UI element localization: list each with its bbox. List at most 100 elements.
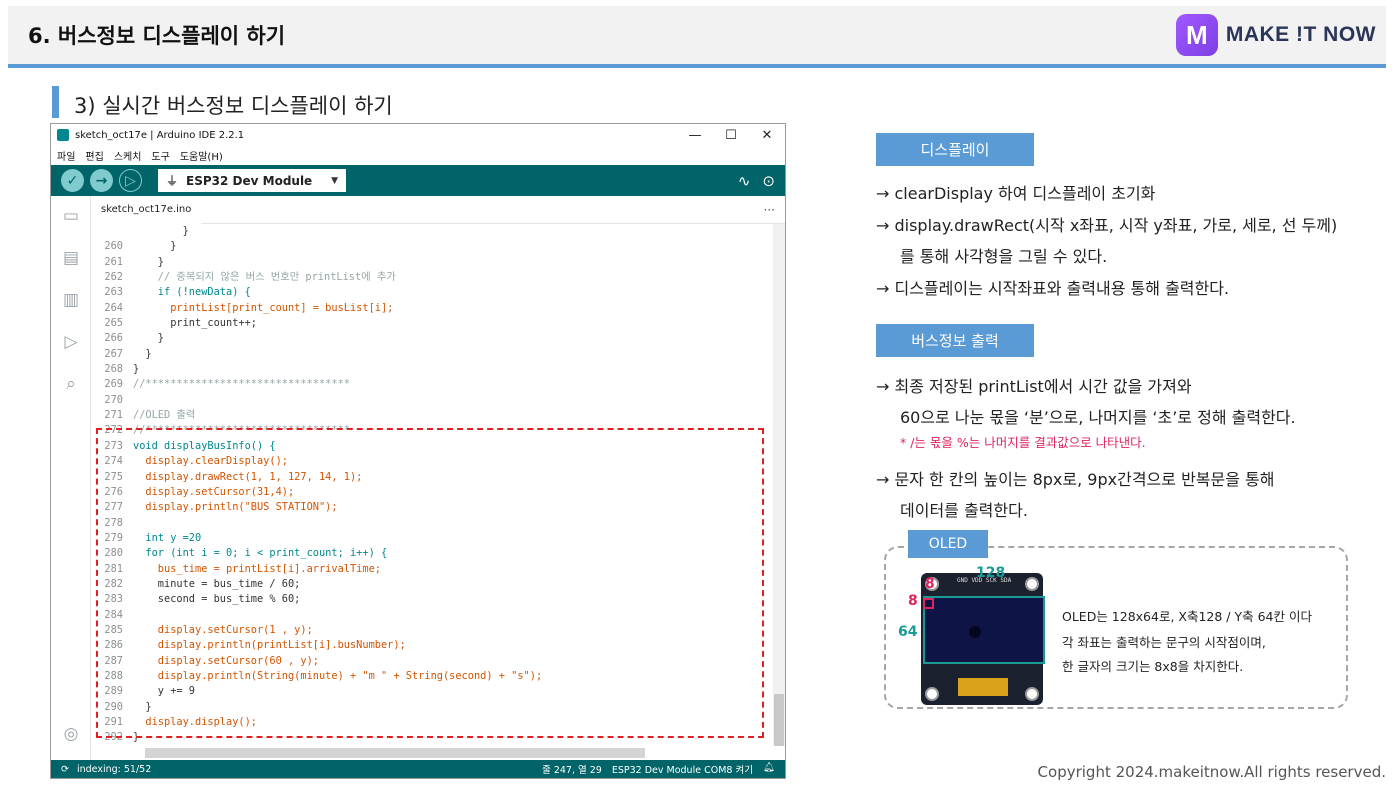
window-title: sketch_oct17e | Arduino IDE 2.2.1: [75, 129, 245, 141]
code-line[interactable]: 261 }: [91, 255, 773, 270]
line-code: // 중복되지 않은 버스 번호만 printList에 추가: [133, 271, 396, 284]
board-port-status: ESP32 Dev Module COM8 켜기: [611, 765, 753, 776]
display-bullet-2: → display.drawRect(시작 x좌표, 시작 y좌표, 가로, 세…: [876, 216, 1338, 235]
code-line[interactable]: 286 display.println(printList[i].busNumb…: [91, 638, 773, 653]
display-bullet-1: → clearDisplay 하여 디스플레이 초기화: [876, 184, 1156, 203]
code-line[interactable]: 292}: [91, 730, 773, 745]
line-number: 274: [104, 455, 123, 468]
arrow-right-icon: →: [95, 172, 108, 189]
vertical-scrollbar[interactable]: [773, 224, 785, 746]
code-line[interactable]: 260 }: [91, 239, 773, 254]
code-line[interactable]: 288 display.println(String(minute) + "m …: [91, 669, 773, 684]
code-line[interactable]: 265 print_count++;: [91, 316, 773, 331]
mount-hole: [1025, 687, 1039, 701]
serial-plotter-icon[interactable]: ∿: [738, 172, 751, 190]
bus-info-pill: 버스정보 출력: [876, 324, 1034, 357]
oled-pill: OLED: [908, 530, 988, 558]
line-code: }: [133, 363, 140, 376]
code-editor[interactable]: sketch_oct17e.ino ··· } 260 } 261 } 262 // …: [91, 195, 785, 760]
code-line[interactable]: 264 printList[print_count] = busList[i];: [91, 301, 773, 316]
code-line[interactable]: 279 int y =20: [91, 531, 773, 546]
tab-sketch-file[interactable]: sketch_oct17e.ino: [91, 195, 202, 224]
bell-icon[interactable]: 🔔︎: [763, 762, 775, 776]
debug-button[interactable]: ▷: [119, 169, 142, 192]
line-number: 268: [104, 363, 123, 376]
char-height-label: 8: [908, 593, 918, 609]
upload-button[interactable]: →: [90, 169, 113, 192]
search-icon[interactable]: ⌕: [61, 374, 81, 394]
code-line[interactable]: 287 display.setCursor(60 , y);: [91, 654, 773, 669]
menu-sketch[interactable]: 스케치: [114, 148, 142, 163]
scroll-thumb[interactable]: [774, 694, 784, 746]
arduino-ide-window: sketch_oct17e | Arduino IDE 2.2.1 — ☐ ✕ …: [50, 123, 786, 779]
menu-tools[interactable]: 도구: [151, 148, 169, 163]
line-number: 272: [104, 424, 123, 437]
code-line[interactable]: 289 y += 9: [91, 684, 773, 699]
line-code: display.drawRect(1, 1, 127, 14, 1);: [133, 470, 363, 483]
line-number: 288: [104, 669, 123, 682]
code-line[interactable]: 266 }: [91, 331, 773, 346]
line-number: 280: [104, 547, 123, 560]
close-button[interactable]: ✕: [749, 128, 785, 143]
library-icon[interactable]: ▥: [61, 290, 81, 310]
logo-text: MAKE !T NOW: [1225, 23, 1376, 46]
oled-screen: [923, 596, 1045, 664]
line-code: void displayBusInfo() {: [133, 439, 276, 452]
code-line[interactable]: 275 display.drawRect(1, 1, 127, 14, 1);: [91, 470, 773, 485]
line-number: 275: [104, 470, 123, 483]
slide-header: 6. 버스정보 디스플레이 하기 M MAKE !T NOW: [8, 6, 1386, 64]
code-line[interactable]: 262 // 중복되지 않은 버스 번호만 printList에 추가: [91, 270, 773, 285]
board-selector[interactable]: ⏚ ESP32 Dev Module ▼: [158, 169, 346, 192]
code-line[interactable]: 273 void displayBusInfo() {: [91, 439, 773, 454]
line-number: 287: [104, 654, 123, 667]
code-line[interactable]: 282 minute = bus_time / 60;: [91, 577, 773, 592]
code-line[interactable]: 276 display.setCursor(31,4);: [91, 485, 773, 500]
line-code: //OLED 출력: [133, 409, 196, 422]
serial-monitor-icon[interactable]: ⊙: [762, 172, 775, 190]
minimize-button[interactable]: —: [677, 128, 713, 143]
code-line[interactable]: }: [91, 224, 773, 239]
debug-sidebar-icon[interactable]: ▷: [61, 332, 81, 352]
verify-button[interactable]: ✓: [61, 169, 84, 192]
code-line[interactable]: 274 display.clearDisplay();: [91, 454, 773, 469]
code-line[interactable]: 280 for (int i = 0; i < print_count; i++…: [91, 546, 773, 561]
line-number: 267: [104, 347, 123, 360]
code-line[interactable]: 270: [91, 393, 773, 408]
code-line[interactable]: 283 second = bus_time % 60;: [91, 592, 773, 607]
code-line[interactable]: 285 display.setCursor(1 , y);: [91, 623, 773, 638]
code-line[interactable]: 267 }: [91, 347, 773, 362]
line-number: 290: [104, 700, 123, 713]
code-line[interactable]: 277 display.println("BUS STATION");: [91, 500, 773, 515]
section-title: 3) 실시간 버스정보 디스플레이 하기: [74, 94, 393, 118]
account-icon[interactable]: ◎: [61, 724, 81, 744]
code-line[interactable]: 269 //*********************************: [91, 377, 773, 392]
board-manager-icon[interactable]: ▤: [61, 248, 81, 268]
folder-icon[interactable]: ▭: [61, 206, 81, 226]
code-line[interactable]: 284: [91, 608, 773, 623]
code-line[interactable]: 290 }: [91, 700, 773, 715]
line-number: 289: [104, 685, 123, 698]
display-bullet-2-cont: 를 통해 사각형을 그릴 수 있다.: [900, 247, 1108, 266]
code-line[interactable]: 291 display.display();: [91, 715, 773, 730]
code-line[interactable]: 272 //*********************************: [91, 423, 773, 438]
menu-help[interactable]: 도움말(H): [180, 148, 223, 163]
code-line[interactable]: 278: [91, 516, 773, 531]
oled-flex-cable: [958, 678, 1008, 696]
code-line[interactable]: 263 if (!newData) {: [91, 285, 773, 300]
more-icon[interactable]: ···: [764, 203, 785, 217]
code-area[interactable]: } 260 } 261 } 262 // 중복되지 않은 버스 번호만 printLi…: [91, 224, 773, 746]
code-line[interactable]: 268}: [91, 362, 773, 377]
maximize-button[interactable]: ☐: [713, 128, 749, 143]
menu-bar: 파일 편집 스케치 도구 도움말(H): [51, 146, 785, 165]
oled-screen-reflection: [969, 626, 981, 638]
menu-edit[interactable]: 편집: [85, 148, 103, 163]
line-code: }: [133, 255, 164, 268]
char-width-label: 8: [925, 576, 935, 592]
code-line[interactable]: 281 bus_time = printList[i].arrivalTime;: [91, 562, 773, 577]
code-line[interactable]: 271 //OLED 출력: [91, 408, 773, 423]
check-icon: ✓: [66, 172, 79, 189]
mount-hole: [925, 687, 939, 701]
horizontal-scrollbar[interactable]: [145, 748, 645, 758]
line-code: //*********************************: [133, 424, 350, 437]
menu-file[interactable]: 파일: [57, 148, 75, 163]
